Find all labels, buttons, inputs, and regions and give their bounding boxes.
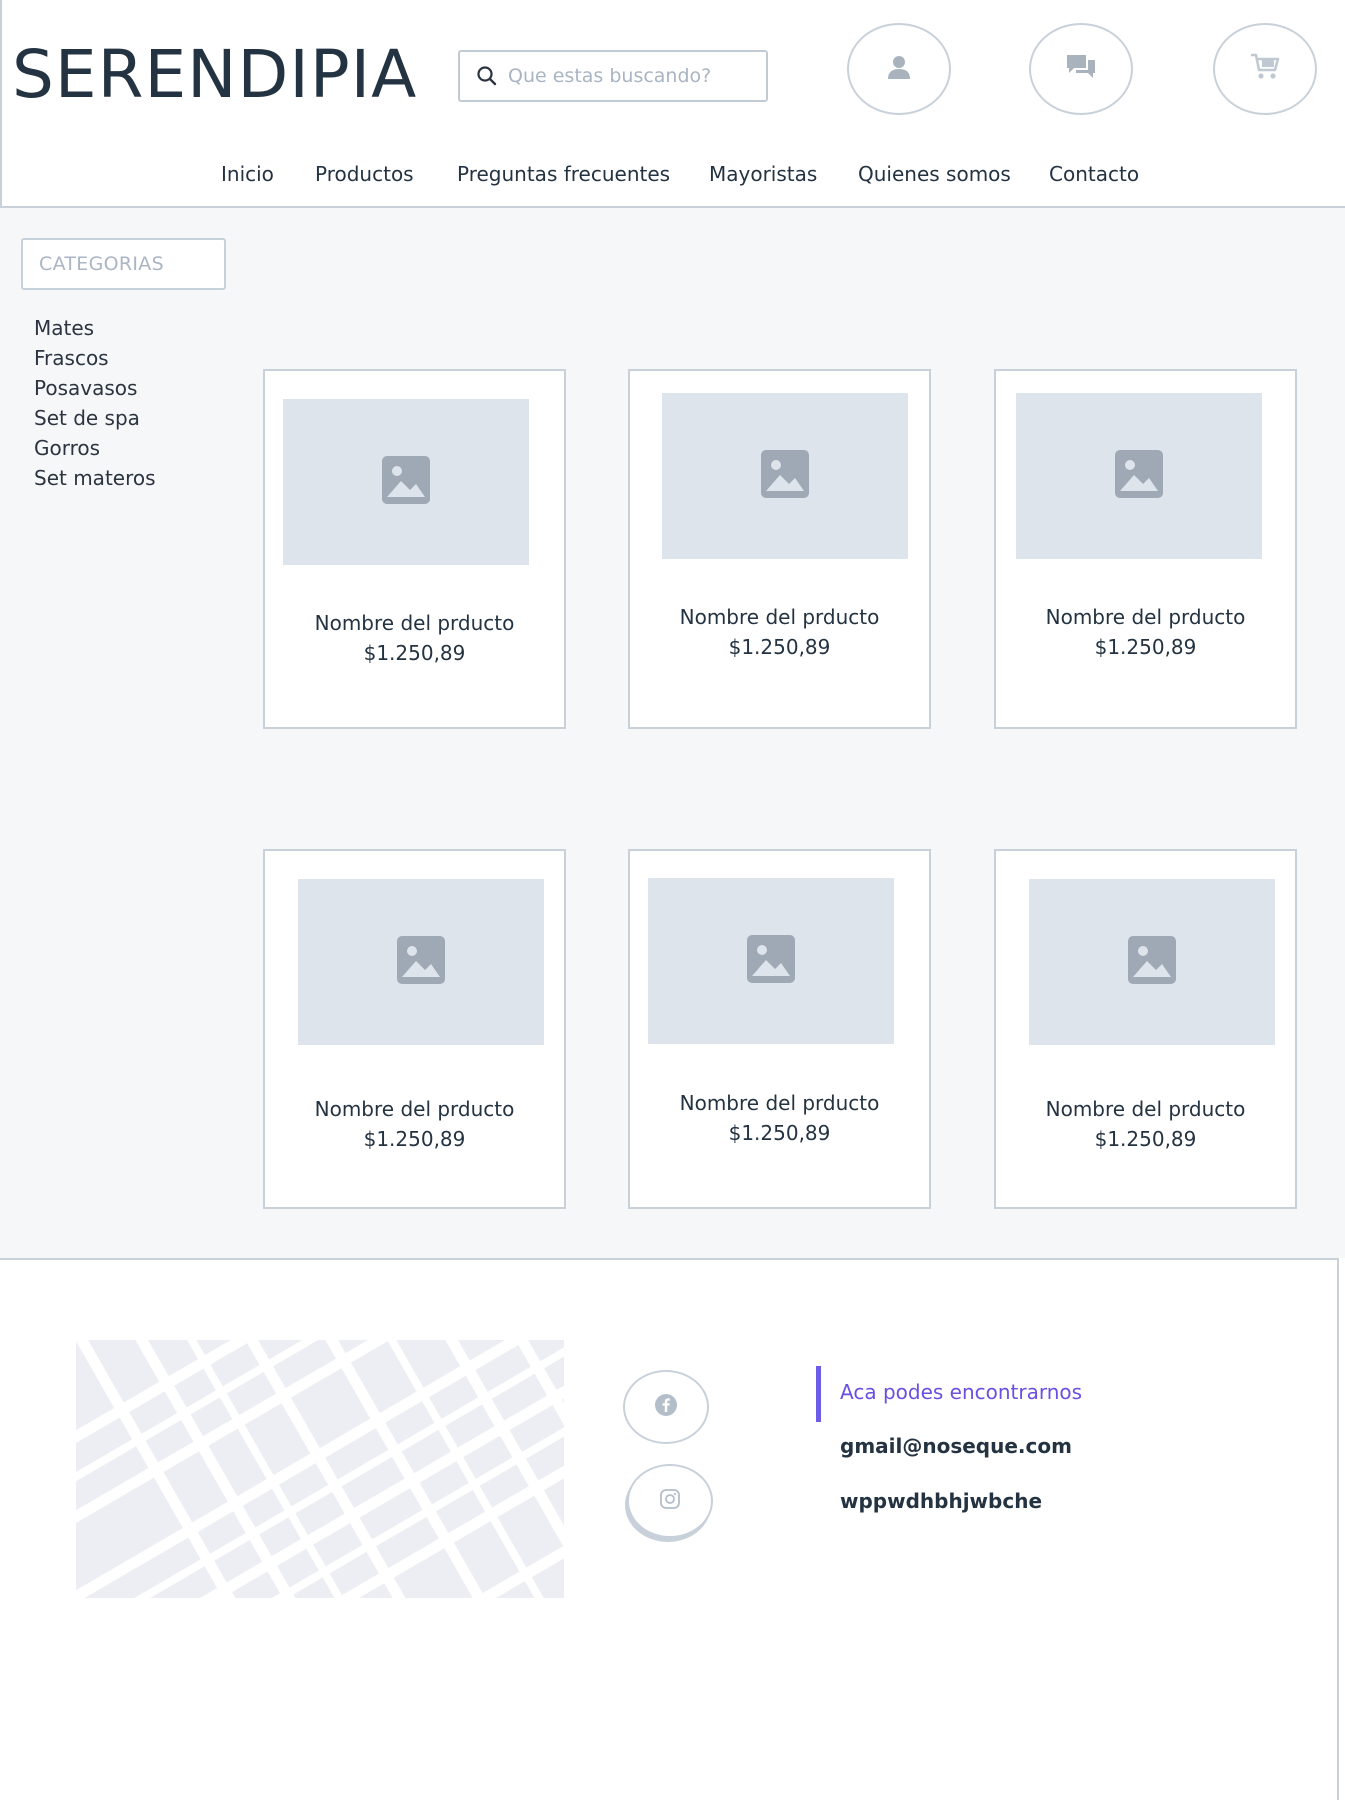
product-price: $1.250,89 [363, 641, 466, 665]
category-item[interactable]: Mates [34, 313, 156, 343]
categories-title: CATEGORIAS [21, 238, 226, 290]
product-name[interactable]: Nombre del prducto [265, 608, 564, 638]
category-list: Mates Frascos Posavasos Set de spa Gorro… [34, 313, 156, 493]
product-name[interactable]: Nombre del prducto [996, 602, 1295, 632]
product-card[interactable]: Nombre del prducto $1.250,89 [628, 849, 931, 1209]
facebook-button[interactable] [623, 1370, 709, 1444]
product-card[interactable]: Nombre del prducto $1.250,89 [263, 369, 566, 729]
image-placeholder-icon [761, 450, 809, 502]
nav-item-quienes-somos[interactable]: Quienes somos [858, 162, 1011, 186]
contact-accent-bar [816, 1366, 821, 1422]
nav-item-inicio[interactable]: Inicio [221, 162, 274, 186]
nav-item-preguntas-frecuentes[interactable]: Preguntas frecuentes [457, 162, 670, 186]
category-item[interactable]: Set de spa [34, 403, 156, 433]
image-placeholder-icon [747, 935, 795, 987]
site-logo[interactable]: SERENDIPIA [12, 38, 417, 112]
image-placeholder-icon [397, 936, 445, 988]
image-placeholder-icon [1128, 936, 1176, 988]
nav-item-contacto[interactable]: Contacto [1049, 162, 1139, 186]
user-icon [884, 52, 914, 86]
instagram-button[interactable] [627, 1464, 713, 1538]
product-card[interactable]: Nombre del prducto $1.250,89 [994, 369, 1297, 729]
product-price: $1.250,89 [1094, 1127, 1197, 1151]
product-image[interactable] [1029, 879, 1275, 1045]
image-placeholder-icon [1115, 450, 1163, 502]
instagram-icon [659, 1488, 681, 1514]
product-image[interactable] [648, 878, 894, 1044]
product-image[interactable] [298, 879, 544, 1045]
product-price: $1.250,89 [363, 1127, 466, 1151]
contact-heading: Aca podes encontrarnos [840, 1380, 1083, 1404]
catalog-section: CATEGORIAS Mates Frascos Posavasos Set d… [0, 208, 1345, 1258]
product-card[interactable]: Nombre del prducto $1.250,89 [628, 369, 931, 729]
image-placeholder-icon [382, 456, 430, 508]
nav-item-mayoristas[interactable]: Mayoristas [709, 162, 817, 186]
category-item[interactable]: Set materos [34, 463, 156, 493]
category-item[interactable]: Frascos [34, 343, 156, 373]
contact-phone[interactable]: wppwdhbhjwbche [840, 1489, 1042, 1513]
map-streets-graphic [76, 1340, 564, 1598]
category-item[interactable]: Posavasos [34, 373, 156, 403]
product-price: $1.250,89 [1094, 635, 1197, 659]
location-map[interactable] [76, 1340, 564, 1598]
product-price: $1.250,89 [728, 635, 831, 659]
cart-icon [1249, 52, 1281, 86]
product-card[interactable]: Nombre del prducto $1.250,89 [994, 849, 1297, 1209]
product-image[interactable] [283, 399, 529, 565]
chat-button[interactable] [1029, 23, 1133, 115]
product-card[interactable]: Nombre del prducto $1.250,89 [263, 849, 566, 1209]
product-image[interactable] [662, 393, 908, 559]
product-name[interactable]: Nombre del prducto [996, 1094, 1295, 1124]
search-icon[interactable] [476, 65, 498, 87]
facebook-icon [654, 1393, 678, 1421]
nav-item-productos[interactable]: Productos [315, 162, 414, 186]
product-name[interactable]: Nombre del prducto [630, 602, 929, 632]
chat-icon [1065, 53, 1097, 85]
site-footer: Aca podes encontrarnos gmail@noseque.com… [0, 1258, 1339, 1800]
main-nav: Inicio Productos Preguntas frecuentes Ma… [2, 162, 1345, 192]
search-box[interactable] [458, 50, 768, 102]
site-header: SERENDIPIA Que estas buscando? Inicio Pr… [0, 0, 1345, 208]
product-name[interactable]: Nombre del prducto [265, 1094, 564, 1124]
cart-button[interactable] [1213, 23, 1317, 115]
account-button[interactable] [847, 23, 951, 115]
product-price: $1.250,89 [728, 1121, 831, 1145]
product-name[interactable]: Nombre del prducto [630, 1088, 929, 1118]
product-image[interactable] [1016, 393, 1262, 559]
category-item[interactable]: Gorros [34, 433, 156, 463]
search-input[interactable] [508, 65, 748, 87]
contact-email[interactable]: gmail@noseque.com [840, 1434, 1072, 1458]
